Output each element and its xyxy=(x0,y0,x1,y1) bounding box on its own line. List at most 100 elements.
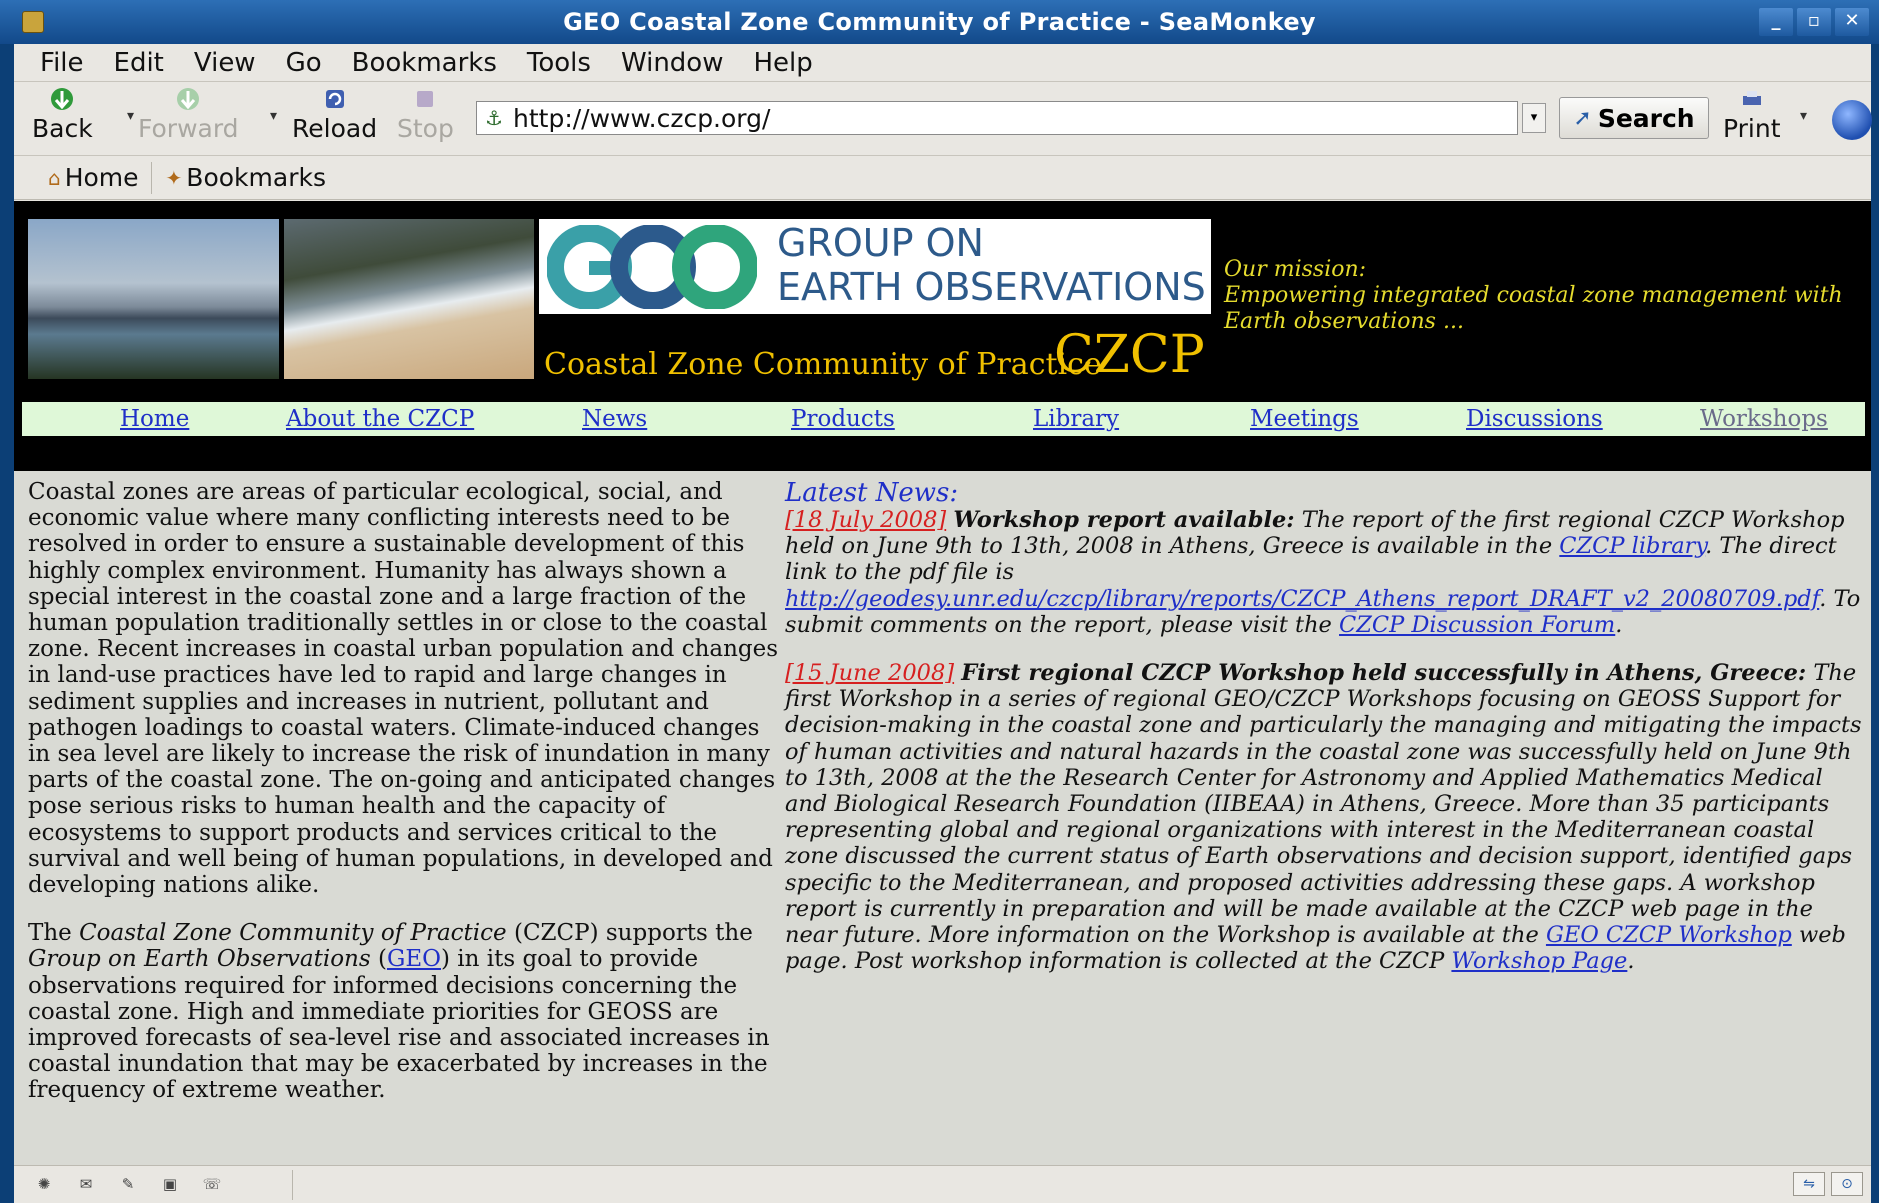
navigation-toolbar: Back ▾ Forward ▾ Reload Stop ⚓ ▾ ➚ Searc… xyxy=(14,82,1872,156)
geo-czcp-workshop-link[interactable]: GEO CZCP Workshop xyxy=(1546,922,1792,948)
workshop-page-link[interactable]: Workshop Page xyxy=(1451,948,1627,974)
intro-column: Coastal zones are areas of particular ec… xyxy=(28,479,788,1126)
geo-link[interactable]: GEO xyxy=(387,946,441,972)
component-bar: ✺ ✉ ✎ ▣ ☏ xyxy=(32,1174,224,1194)
home-icon: ⌂ xyxy=(48,165,61,190)
news-date-link[interactable]: [15 June 2008] xyxy=(785,660,954,686)
chat-component-icon[interactable]: ✎ xyxy=(116,1174,140,1194)
status-indicators: ⇋ ⊙ xyxy=(1793,1172,1863,1196)
czcp-abbrev: CZCP xyxy=(1054,325,1205,385)
back-button[interactable]: Back xyxy=(32,86,93,143)
discussion-forum-link[interactable]: CZCP Discussion Forum xyxy=(1339,612,1615,638)
url-input[interactable] xyxy=(513,103,1493,133)
report-pdf-link[interactable]: http://geodesy.unr.edu/czcp/library/repo… xyxy=(785,586,1819,612)
window-title: GEO Coastal Zone Community of Practice -… xyxy=(563,8,1316,36)
back-dropdown-icon[interactable]: ▾ xyxy=(127,108,134,124)
beach-photo xyxy=(284,219,534,379)
p2-italic-czcp: Coastal Zone Community of Practice xyxy=(79,920,507,947)
nav-about[interactable]: About the CZCP xyxy=(286,406,474,432)
url-history-dropdown-icon[interactable]: ▾ xyxy=(1522,103,1546,133)
nav-discussions[interactable]: Discussions xyxy=(1466,406,1603,432)
menu-file[interactable]: File xyxy=(40,48,84,78)
nav-workshops[interactable]: Workshops xyxy=(1700,406,1828,432)
mail-component-icon[interactable]: ✉ xyxy=(74,1174,98,1194)
print-dropdown-icon[interactable]: ▾ xyxy=(1800,108,1807,124)
menu-help[interactable]: Help xyxy=(753,48,812,78)
news-title: Workshop report available: xyxy=(953,507,1295,533)
mission-statement: Our mission: Empowering integrated coast… xyxy=(1224,257,1844,335)
browser-component-icon[interactable]: ✺ xyxy=(32,1174,56,1194)
maximize-button[interactable]: ▫ xyxy=(1797,8,1831,36)
stop-label: Stop xyxy=(397,114,454,143)
site-nav: Home About the CZCP News Products Librar… xyxy=(22,402,1865,436)
czcp-subtitle: Coastal Zone Community of Practice xyxy=(544,347,1102,382)
composer-component-icon[interactable]: ▣ xyxy=(158,1174,182,1194)
back-label: Back xyxy=(32,114,93,143)
security-lock-icon[interactable]: ⊙ xyxy=(1831,1172,1863,1196)
stop-button[interactable]: Stop xyxy=(397,86,454,143)
news-text: The first Workshop in a series of region… xyxy=(785,660,1862,949)
throbber-icon[interactable] xyxy=(1832,100,1872,140)
page-body: Coastal zones are areas of particular ec… xyxy=(14,471,1871,1165)
menu-bookmarks[interactable]: Bookmarks xyxy=(352,48,497,78)
geo-logo[interactable]: GROUP ON EARTH OBSERVATIONS xyxy=(539,219,1211,314)
forward-button[interactable]: Forward xyxy=(138,86,239,143)
nav-library[interactable]: Library xyxy=(1033,406,1119,432)
site-identity-icon: ⚓ xyxy=(485,106,503,130)
page-content: GROUP ON EARTH OBSERVATIONS Coastal Zone… xyxy=(14,201,1871,1165)
geo-name-line2: EARTH OBSERVATIONS xyxy=(777,265,1206,309)
addressbook-component-icon[interactable]: ☏ xyxy=(200,1174,224,1194)
reload-icon xyxy=(325,90,344,108)
mission-label: Our mission: xyxy=(1224,257,1367,282)
menu-bar: File Edit View Go Bookmarks Tools Window… xyxy=(14,44,1871,82)
window-controls: _ ▫ ✕ xyxy=(1759,8,1869,36)
intro-paragraph-2: The Coastal Zone Community of Practice (… xyxy=(28,920,788,1103)
home-bookmark[interactable]: ⌂ Home xyxy=(34,163,151,192)
browser-window: GEO Coastal Zone Community of Practice -… xyxy=(0,0,1879,1203)
nav-news[interactable]: News xyxy=(582,406,647,432)
menu-go[interactable]: Go xyxy=(286,48,322,78)
nav-meetings[interactable]: Meetings xyxy=(1250,406,1359,432)
news-date-link[interactable]: [18 July 2008] xyxy=(785,507,946,533)
nav-products[interactable]: Products xyxy=(791,406,895,432)
news-text: . xyxy=(1615,611,1623,638)
p2-text-pre: The xyxy=(28,920,80,947)
forward-arrow-icon xyxy=(177,88,200,110)
printer-icon xyxy=(1742,91,1761,105)
bookmarks-menu[interactable]: ✦ Bookmarks xyxy=(152,163,338,192)
search-icon: ➚ xyxy=(1573,105,1592,131)
geo-name-line1: GROUP ON xyxy=(777,221,984,265)
menu-view[interactable]: View xyxy=(194,48,256,78)
menu-window[interactable]: Window xyxy=(621,48,724,78)
status-bar: ✺ ✉ ✎ ▣ ☏ ⇋ ⊙ xyxy=(14,1165,1871,1203)
p2-paren: ( xyxy=(370,946,387,973)
czcp-library-link[interactable]: CZCP library xyxy=(1559,533,1705,559)
p2-italic-geo: Group on Earth Observations xyxy=(28,946,371,973)
title-bar: GEO Coastal Zone Community of Practice -… xyxy=(0,0,1879,44)
reload-button[interactable]: Reload xyxy=(292,86,377,143)
intro-paragraph-1: Coastal zones are areas of particular ec… xyxy=(28,479,779,899)
url-bar[interactable]: ⚓ xyxy=(476,101,1518,135)
p2-text-mid: (CZCP) supports the xyxy=(506,920,753,947)
minimize-button[interactable]: _ xyxy=(1759,8,1793,36)
nav-home[interactable]: Home xyxy=(120,406,189,432)
news-title: First regional CZCP Workshop held succes… xyxy=(961,660,1807,687)
online-status-icon[interactable]: ⇋ xyxy=(1793,1172,1825,1196)
forward-dropdown-icon[interactable]: ▾ xyxy=(270,108,277,124)
site-banner: GROUP ON EARTH OBSERVATIONS Coastal Zone… xyxy=(14,201,1871,471)
search-label: Search xyxy=(1597,103,1695,133)
mission-text: Empowering integrated coastal zone manag… xyxy=(1224,283,1843,334)
menu-tools[interactable]: Tools xyxy=(527,48,591,78)
news-column: Latest News: [18 July 2008] Workshop rep… xyxy=(785,479,1865,996)
menu-edit[interactable]: Edit xyxy=(114,48,164,78)
bookmarks-icon: ✦ xyxy=(165,165,183,190)
search-button[interactable]: ➚ Search xyxy=(1559,97,1709,139)
geo-logo-mark xyxy=(547,225,757,309)
personal-toolbar: ⌂ Home ✦ Bookmarks xyxy=(14,156,1871,200)
forward-label: Forward xyxy=(138,114,239,143)
close-button[interactable]: ✕ xyxy=(1835,8,1869,36)
news-heading: Latest News: xyxy=(785,478,959,508)
home-bookmark-label: Home xyxy=(64,163,139,192)
print-button[interactable]: Print xyxy=(1723,86,1781,143)
bookmarks-label: Bookmarks xyxy=(186,163,326,192)
